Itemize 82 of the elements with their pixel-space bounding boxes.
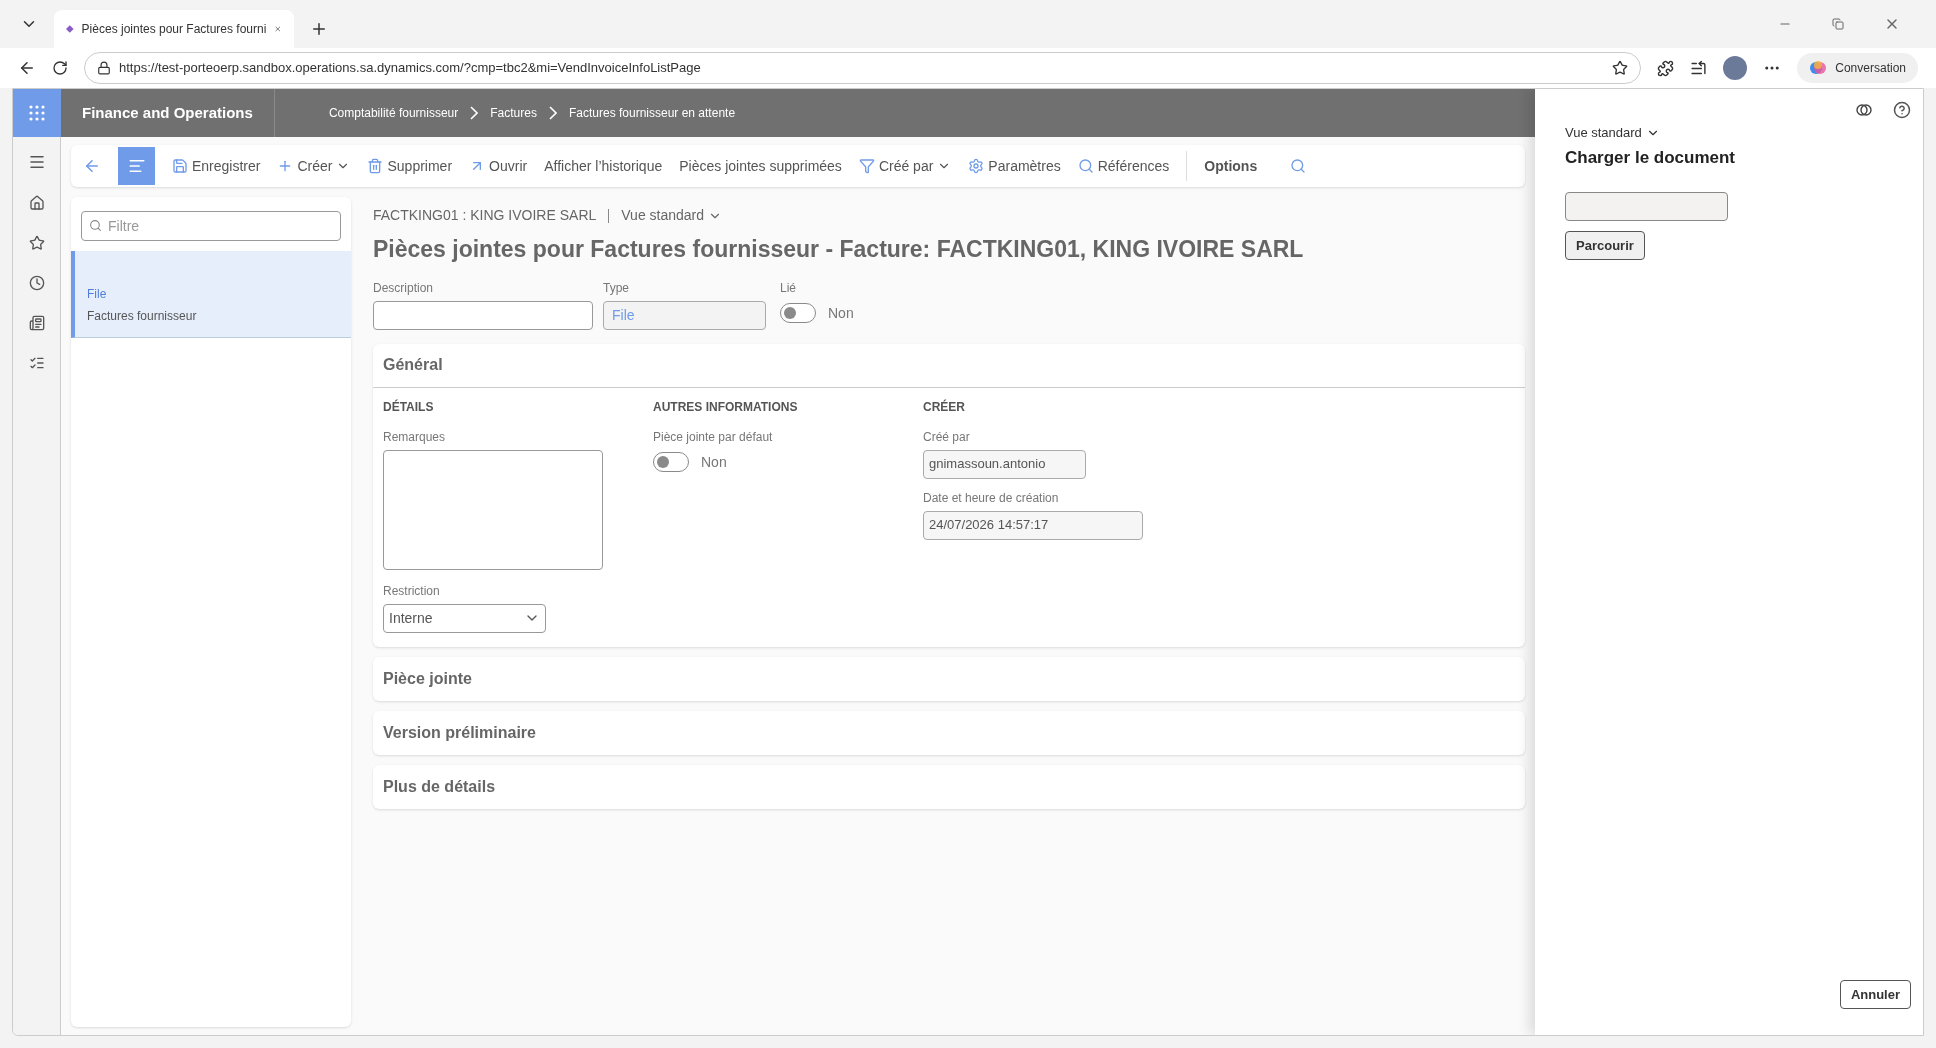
search-icon[interactable] <box>1290 158 1307 174</box>
toolbar-button[interactable]: Enregistrer <box>172 155 261 177</box>
toggle-switch[interactable] <box>780 303 816 323</box>
copilot-button[interactable]: Conversation <box>1797 53 1918 83</box>
new-tab-icon[interactable] <box>310 20 328 38</box>
extensions-icon[interactable] <box>1657 59 1675 77</box>
breadcrumb-link[interactable]: Comptabilité fournisseur <box>328 104 459 122</box>
list-icon[interactable] <box>28 355 45 371</box>
toggle-label: Non <box>701 452 727 472</box>
favorites-icon[interactable] <box>1690 59 1708 77</box>
panel-title: Charger le document <box>1565 146 1737 169</box>
item-type: File <box>87 286 108 303</box>
refresh-icon[interactable] <box>52 60 68 76</box>
save-icon <box>172 158 188 174</box>
waffle-icon <box>29 105 45 121</box>
list-item[interactable]: File Factures fournisseur <box>71 251 351 338</box>
group-heading: AUTRES INFORMATIONS <box>653 398 799 416</box>
group-heading: CRÉER <box>923 398 966 416</box>
section-header[interactable]: Plus de détails <box>373 764 1525 809</box>
toolbar-button[interactable]: Pièces jointes supprimées <box>679 155 842 177</box>
browser-tab[interactable]: Pièces jointes pour Factures fourni <box>54 10 294 48</box>
clock-icon[interactable] <box>28 275 45 291</box>
cancel-button[interactable]: Annuler <box>1839 980 1911 1009</box>
search-icon <box>1077 158 1094 174</box>
favorite-icon[interactable] <box>1612 60 1629 76</box>
lock-icon <box>97 61 111 75</box>
section-header[interactable]: Pièce jointe <box>373 656 1525 701</box>
workspace-icon[interactable] <box>28 315 45 331</box>
field-label: Date et heure de création <box>923 489 1060 507</box>
chevron-icon <box>470 106 479 120</box>
profile-avatar[interactable] <box>1723 56 1748 80</box>
home-icon[interactable] <box>28 195 45 211</box>
toolbar-button[interactable]: Créer <box>277 155 351 177</box>
copilot-icon <box>1809 59 1828 77</box>
settings-icon <box>968 158 985 174</box>
remarks-field[interactable] <box>383 449 603 570</box>
field-label: Lié <box>780 279 797 297</box>
filter-field[interactable]: Filtre <box>81 211 341 241</box>
view-selector[interactable]: Vue standard <box>621 205 723 226</box>
field-label: Remarques <box>383 428 447 446</box>
filter-icon <box>858 158 875 174</box>
toolbar-button[interactable]: Afficher l’historique <box>544 155 663 177</box>
toolbar-button[interactable]: Paramètres <box>968 155 1061 177</box>
lines-icon <box>127 157 146 175</box>
field-label: Type <box>603 279 630 297</box>
help-icon[interactable] <box>1893 101 1911 119</box>
section-header[interactable]: Version préliminaire <box>373 710 1525 755</box>
toolbar-button[interactable]: Ouvrir <box>469 155 528 177</box>
browse-button[interactable]: Parcourir <box>1565 231 1645 260</box>
options-tab[interactable]: Options <box>1204 155 1258 177</box>
page-title: Pièces jointes pour Factures fournisseur - Facture: FACTKING01, KING IVOIRE SARL <box>373 235 1305 264</box>
chevron-icon <box>548 106 557 120</box>
restriction-dropdown[interactable]: Interne <box>383 603 546 633</box>
record-caption: FACTKING01 : KING IVOIRE SARL <box>373 206 597 225</box>
item-name: Factures fournisseur <box>87 308 198 325</box>
field-label: Pièce jointe par défaut <box>653 428 774 446</box>
breadcrumb-link[interactable]: Factures <box>490 104 537 122</box>
copilot-icon[interactable] <box>1855 101 1873 119</box>
restore-icon[interactable] <box>1832 18 1844 30</box>
created-at-field: 24/07/2026 14:57:17 <box>923 510 1143 540</box>
view-selector[interactable]: Vue standard <box>1565 123 1660 143</box>
toggle-switch[interactable] <box>653 452 689 472</box>
toolbar-button[interactable]: Références <box>1077 155 1170 177</box>
file-field[interactable] <box>1565 192 1728 221</box>
search-icon <box>89 219 102 232</box>
trash-icon <box>367 158 384 174</box>
field-label: Description <box>373 279 435 297</box>
toggle-label: Non <box>828 303 854 323</box>
back-icon[interactable] <box>18 59 36 77</box>
field-label: Restriction <box>383 582 441 600</box>
description-field[interactable] <box>373 300 593 330</box>
toolbar-button[interactable]: Créé par <box>858 155 952 177</box>
menu-icon[interactable] <box>27 153 46 171</box>
group-heading: DÉTAILS <box>383 398 435 416</box>
created-by-field: gnimassoun.antonio <box>923 449 1086 479</box>
section-header[interactable]: Général <box>373 343 1525 388</box>
toolbar-button[interactable]: Supprimer <box>367 155 453 177</box>
breadcrumb-link[interactable]: Factures fournisseur en attente <box>568 104 736 122</box>
tab-title: Pièces jointes pour Factures fourni <box>81 21 267 38</box>
field-label: Créé par <box>923 428 971 446</box>
star-icon[interactable] <box>28 235 45 251</box>
app-title: Finance and Operations <box>61 89 275 137</box>
